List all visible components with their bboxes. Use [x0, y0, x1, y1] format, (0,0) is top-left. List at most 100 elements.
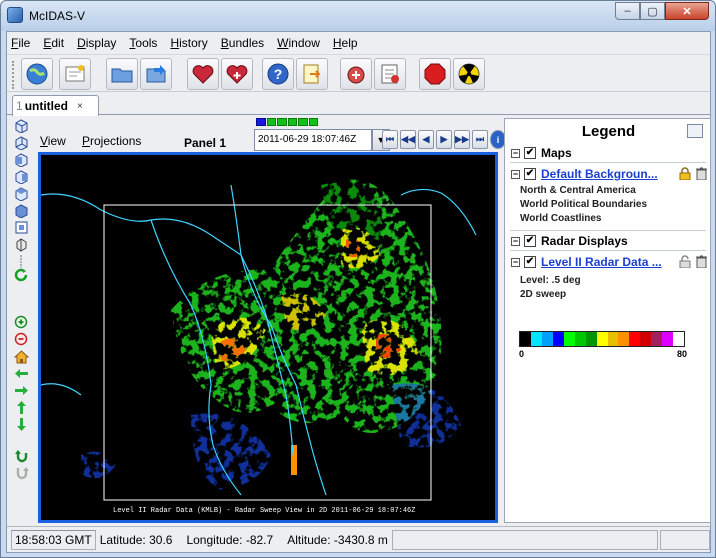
globe-icon[interactable] [21, 58, 53, 90]
layer-link[interactable]: Default Backgroun... [541, 167, 658, 181]
last-frame-button[interactable]: ⏭ [472, 130, 488, 149]
layer-link[interactable]: Level II Radar Data ... [541, 255, 662, 269]
view-menu[interactable]: View [40, 134, 66, 148]
view-south-cube-icon[interactable] [14, 169, 29, 184]
title-bar[interactable]: McIDAS-V – ▢ ✕ [1, 1, 715, 31]
home-icon[interactable] [14, 349, 29, 364]
window-title: McIDAS-V [29, 9, 86, 23]
time-step[interactable] [298, 118, 308, 126]
collapse-icon[interactable]: − [511, 148, 520, 158]
time-step-current[interactable] [256, 118, 266, 126]
time-step[interactable] [287, 118, 297, 126]
view-bottom-cube-icon[interactable] [14, 135, 29, 150]
step-forward-button[interactable]: ▶▶ [454, 130, 470, 149]
play-back-button[interactable]: ◀ [418, 130, 434, 149]
lock-icon[interactable] [679, 167, 691, 180]
legend-panel: Legend − ✔ Maps − ✔ Default Backgroun...… [504, 118, 711, 523]
legend-divider [510, 162, 706, 163]
pan-down-icon[interactable] [14, 417, 29, 432]
zoom-out-icon[interactable] [14, 332, 29, 347]
time-step[interactable] [277, 118, 287, 126]
tools-icon[interactable] [340, 58, 372, 90]
radiation-icon[interactable] [453, 58, 485, 90]
save-bundle-icon[interactable] [140, 58, 172, 90]
layer-visibility-checkbox[interactable]: ✔ [524, 256, 536, 268]
reflectivity-color-bar[interactable] [519, 331, 685, 347]
color-bar-swatch [607, 332, 619, 346]
color-bar-swatch [585, 332, 597, 346]
color-bar-min: 0 [519, 349, 525, 359]
menu-history[interactable]: History [170, 36, 207, 50]
menu-edit[interactable]: Edit [43, 36, 64, 50]
radar-map-view[interactable]: Level II Radar Data (KMLB) - Radar Sweep… [38, 152, 498, 523]
status-altitude: Altitude: -3430.8 m [287, 532, 388, 547]
radar-map-canvas[interactable]: Level II Radar Data (KMLB) - Radar Sweep… [41, 155, 495, 520]
toolbar-grip[interactable] [12, 61, 16, 89]
status-message-area [391, 529, 658, 550]
view-north-cube-icon[interactable] [14, 152, 29, 167]
legend-section-maps[interactable]: − ✔ Maps [511, 144, 707, 162]
layer-visibility-checkbox[interactable]: ✔ [524, 168, 536, 180]
pan-right-icon[interactable] [14, 383, 29, 398]
menu-tools[interactable]: Tools [129, 36, 157, 50]
refresh-icon[interactable] [14, 268, 29, 283]
time-step[interactable] [308, 118, 318, 126]
pan-up-icon[interactable] [14, 400, 29, 415]
favorite-heart-icon[interactable] [187, 58, 219, 90]
data-chooser-icon[interactable] [59, 58, 91, 90]
maps-visibility-checkbox[interactable]: ✔ [524, 147, 536, 159]
log-icon[interactable] [374, 58, 406, 90]
menu-file[interactable]: File [11, 36, 30, 50]
first-frame-button[interactable]: ⏮ [382, 130, 398, 149]
svg-text:?: ? [274, 66, 283, 82]
legend-float-icon[interactable] [687, 124, 703, 138]
trash-icon[interactable] [696, 255, 707, 268]
step-back-button[interactable]: ◀◀ [400, 130, 416, 149]
collapse-icon[interactable]: − [511, 236, 520, 246]
tab-untitled[interactable]: 1 untitled × [12, 95, 99, 116]
help-icon[interactable]: ? [262, 58, 294, 90]
menu-bundles[interactable]: Bundles [221, 36, 264, 50]
zoom-in-icon[interactable] [14, 315, 29, 330]
color-bar-swatch [563, 332, 575, 346]
history-icon[interactable] [296, 58, 328, 90]
pan-left-icon[interactable] [14, 366, 29, 381]
projections-menu[interactable]: Projections [82, 134, 141, 148]
view-east-cube-icon[interactable] [14, 186, 29, 201]
menu-display[interactable]: Display [77, 36, 116, 50]
unlock-icon[interactable] [679, 255, 691, 268]
legend-section-radar-displays[interactable]: − ✔ Radar Displays [511, 232, 707, 250]
collapse-icon[interactable]: − [511, 169, 520, 179]
collapse-icon[interactable]: − [511, 257, 520, 267]
legend-layer-level2-radar[interactable]: − ✔ Level II Radar Data ... [511, 253, 707, 271]
layer-detail: North & Central America [520, 185, 636, 196]
trash-icon[interactable] [696, 167, 707, 180]
undo-icon[interactable] [14, 448, 29, 463]
open-folder-icon[interactable] [106, 58, 138, 90]
app-window: McIDAS-V – ▢ ✕ File Edit Display Tools H… [0, 0, 716, 558]
maximize-button[interactable]: ▢ [640, 2, 665, 20]
animation-time-bar[interactable] [256, 118, 318, 126]
menu-window[interactable]: Window [277, 36, 320, 50]
rotate-view-icon[interactable] [14, 237, 29, 252]
legend-layer-default-background[interactable]: − ✔ Default Backgroun... [511, 165, 707, 183]
stop-icon[interactable] [419, 58, 451, 90]
main-toolbar: ? [7, 54, 710, 92]
minimize-button[interactable]: – [615, 2, 640, 20]
view-top-cube-icon[interactable] [14, 118, 29, 133]
favorite-bundle-icon[interactable] [221, 58, 253, 90]
tab-label: untitled [24, 99, 69, 113]
close-button[interactable]: ✕ [665, 2, 709, 20]
tab-close-icon[interactable]: × [77, 101, 83, 112]
radar-visibility-checkbox[interactable]: ✔ [524, 235, 536, 247]
play-forward-button[interactable]: ▶ [436, 130, 452, 149]
color-bar-swatch [552, 332, 564, 346]
menu-help[interactable]: Help [333, 36, 358, 50]
color-bar-swatch [673, 332, 685, 346]
time-select[interactable]: 2011-06-29 18:07:46Z [254, 129, 372, 151]
view-west-cube-icon[interactable] [14, 203, 29, 218]
section-label: Maps [541, 146, 572, 160]
view-reset-cube-icon[interactable] [14, 220, 29, 235]
time-step[interactable] [266, 118, 276, 126]
main-client-area: File Edit Display Tools History Bundles … [6, 31, 711, 553]
